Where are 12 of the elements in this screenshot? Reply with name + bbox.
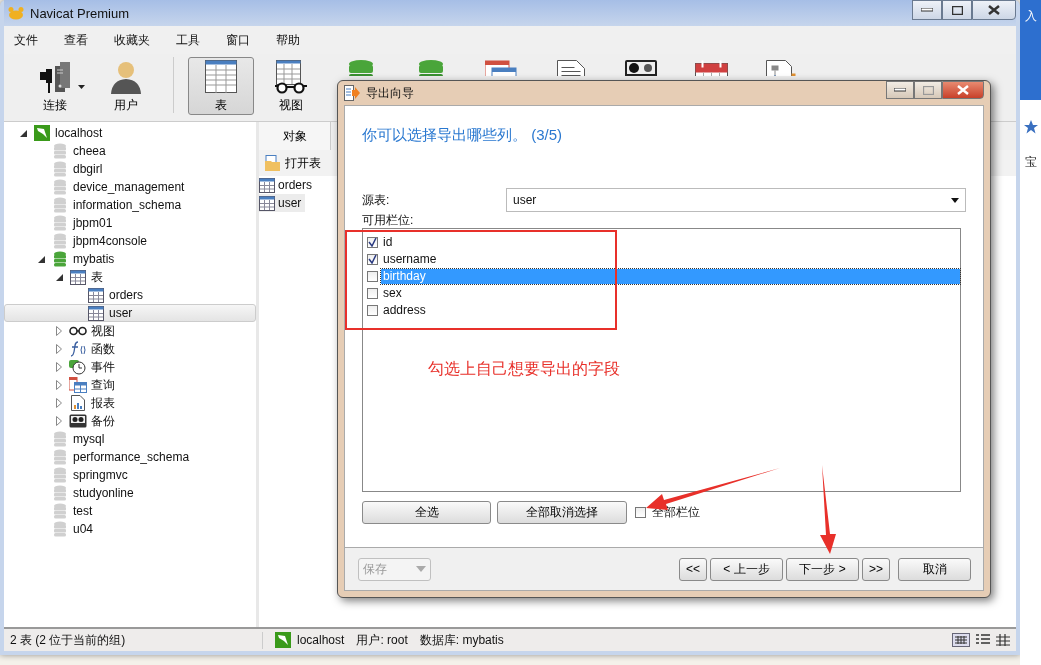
wizard-heading: 你可以选择导出哪些列。 (3/5) bbox=[362, 126, 563, 145]
fields-label: 可用栏位: bbox=[362, 212, 415, 228]
status-database: 数据库: mybatis bbox=[419, 631, 504, 649]
annotation-note: 勾选上自己想要导出的字段 bbox=[428, 359, 620, 379]
page-fragment-text: 入 bbox=[1020, 0, 1041, 100]
status-summary: 2 表 (2 位于当前的组) bbox=[4, 631, 263, 649]
source-table-label: 源表: bbox=[362, 191, 391, 209]
page-fragment-text: 宝 bbox=[1024, 154, 1037, 171]
status-connection: localhost bbox=[297, 633, 345, 647]
dialog-title: 导出向导 bbox=[366, 84, 414, 102]
window-title: Navicat Premium bbox=[30, 5, 129, 21]
status-user: 用户: root bbox=[356, 631, 408, 649]
